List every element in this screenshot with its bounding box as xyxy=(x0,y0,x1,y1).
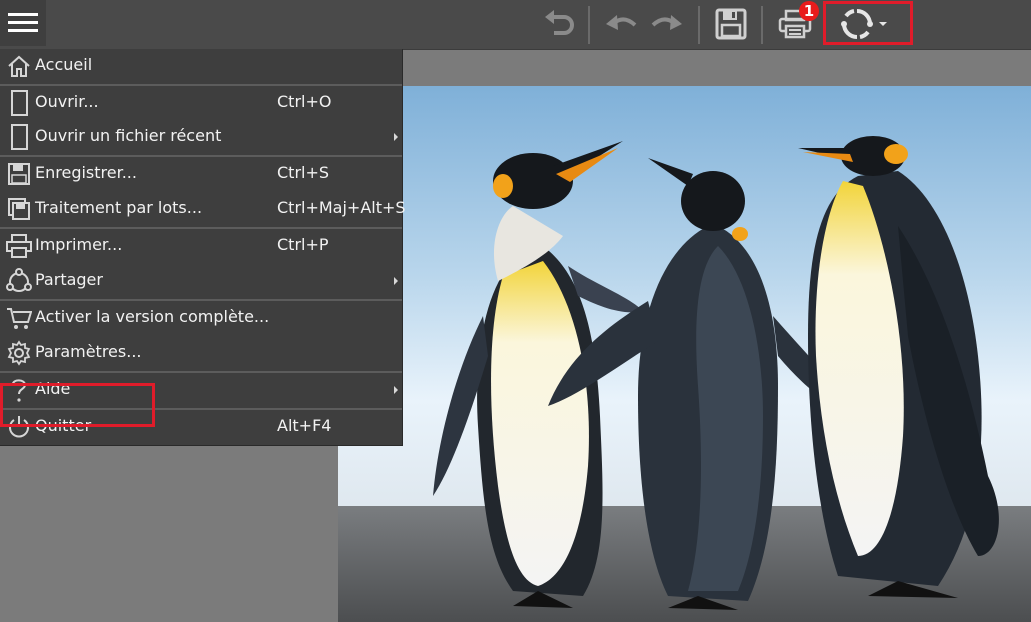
printer-icon xyxy=(5,232,33,260)
menu-item-shortcut: Alt+F4 xyxy=(277,416,332,435)
menu-item-share[interactable]: Partager xyxy=(0,264,402,298)
toolbar-separator xyxy=(761,6,763,44)
submenu-arrow-icon xyxy=(394,133,398,141)
save-button[interactable] xyxy=(709,3,753,45)
hamburger-icon xyxy=(8,13,38,33)
penguins-photo xyxy=(338,86,1031,622)
undo-button[interactable] xyxy=(599,3,643,45)
share-icon xyxy=(5,267,33,295)
menu-item-shortcut: Ctrl+Maj+Alt+S xyxy=(277,198,406,217)
revert-button[interactable] xyxy=(537,3,581,45)
floppy-disk-icon xyxy=(5,160,33,188)
menu-item-label: Ouvrir... xyxy=(35,92,99,111)
cart-icon xyxy=(5,304,33,332)
menu-item-settings[interactable]: Paramètres... xyxy=(0,336,402,370)
highlight-box xyxy=(823,1,913,45)
menu-item-open-recent[interactable]: Ouvrir un fichier récent xyxy=(0,120,402,154)
menu-item-home[interactable]: Accueil xyxy=(0,49,402,83)
hamburger-menu-button[interactable] xyxy=(0,0,46,46)
menu-item-label: Ouvrir un fichier récent xyxy=(35,126,222,145)
menu-item-activate[interactable]: Activer la version complète... xyxy=(0,301,402,335)
menu-item-print[interactable]: Imprimer... Ctrl+P xyxy=(0,229,402,263)
menu-item-shortcut: Ctrl+S xyxy=(277,163,330,182)
undo-icon xyxy=(606,15,637,30)
toolbar-separator xyxy=(588,6,590,44)
menu-item-label: Enregistrer... xyxy=(35,163,137,182)
toolbar-separator xyxy=(698,6,700,44)
notification-badge: 1 xyxy=(799,1,819,21)
menu-item-shortcut: Ctrl+P xyxy=(277,235,329,254)
menu-item-label: Imprimer... xyxy=(35,235,123,254)
submenu-arrow-icon xyxy=(394,386,398,394)
main-menu: Accueil Ouvrir... Ctrl+O Ouvrir un fichi… xyxy=(0,49,406,446)
home-icon xyxy=(5,52,33,80)
menu-item-batch[interactable]: Traitement par lots... Ctrl+Maj+Alt+S xyxy=(0,192,406,226)
menu-item-shortcut: Ctrl+O xyxy=(277,92,332,111)
menu-item-open[interactable]: Ouvrir... Ctrl+O xyxy=(0,86,402,120)
top-toolbar: 1 xyxy=(0,0,1031,50)
print-button[interactable]: 1 xyxy=(770,1,820,45)
document-icon xyxy=(5,123,33,151)
menu-item-save[interactable]: Enregistrer... Ctrl+S xyxy=(0,157,402,191)
redo-button[interactable] xyxy=(645,3,689,45)
redo-icon xyxy=(651,15,682,30)
highlight-box xyxy=(0,383,155,427)
menu-item-label: Partager xyxy=(35,270,103,289)
document-icon xyxy=(5,89,33,117)
menu-item-label: Activer la version complète... xyxy=(35,307,270,326)
menu-item-label: Traitement par lots... xyxy=(35,198,203,217)
submenu-arrow-icon xyxy=(394,277,398,285)
gear-icon xyxy=(5,339,33,367)
menu-item-label: Paramètres... xyxy=(35,342,142,361)
floppy-disk-icon xyxy=(715,8,747,40)
menu-item-label: Accueil xyxy=(35,55,93,74)
revert-icon xyxy=(545,10,574,35)
batch-save-icon xyxy=(5,195,33,223)
